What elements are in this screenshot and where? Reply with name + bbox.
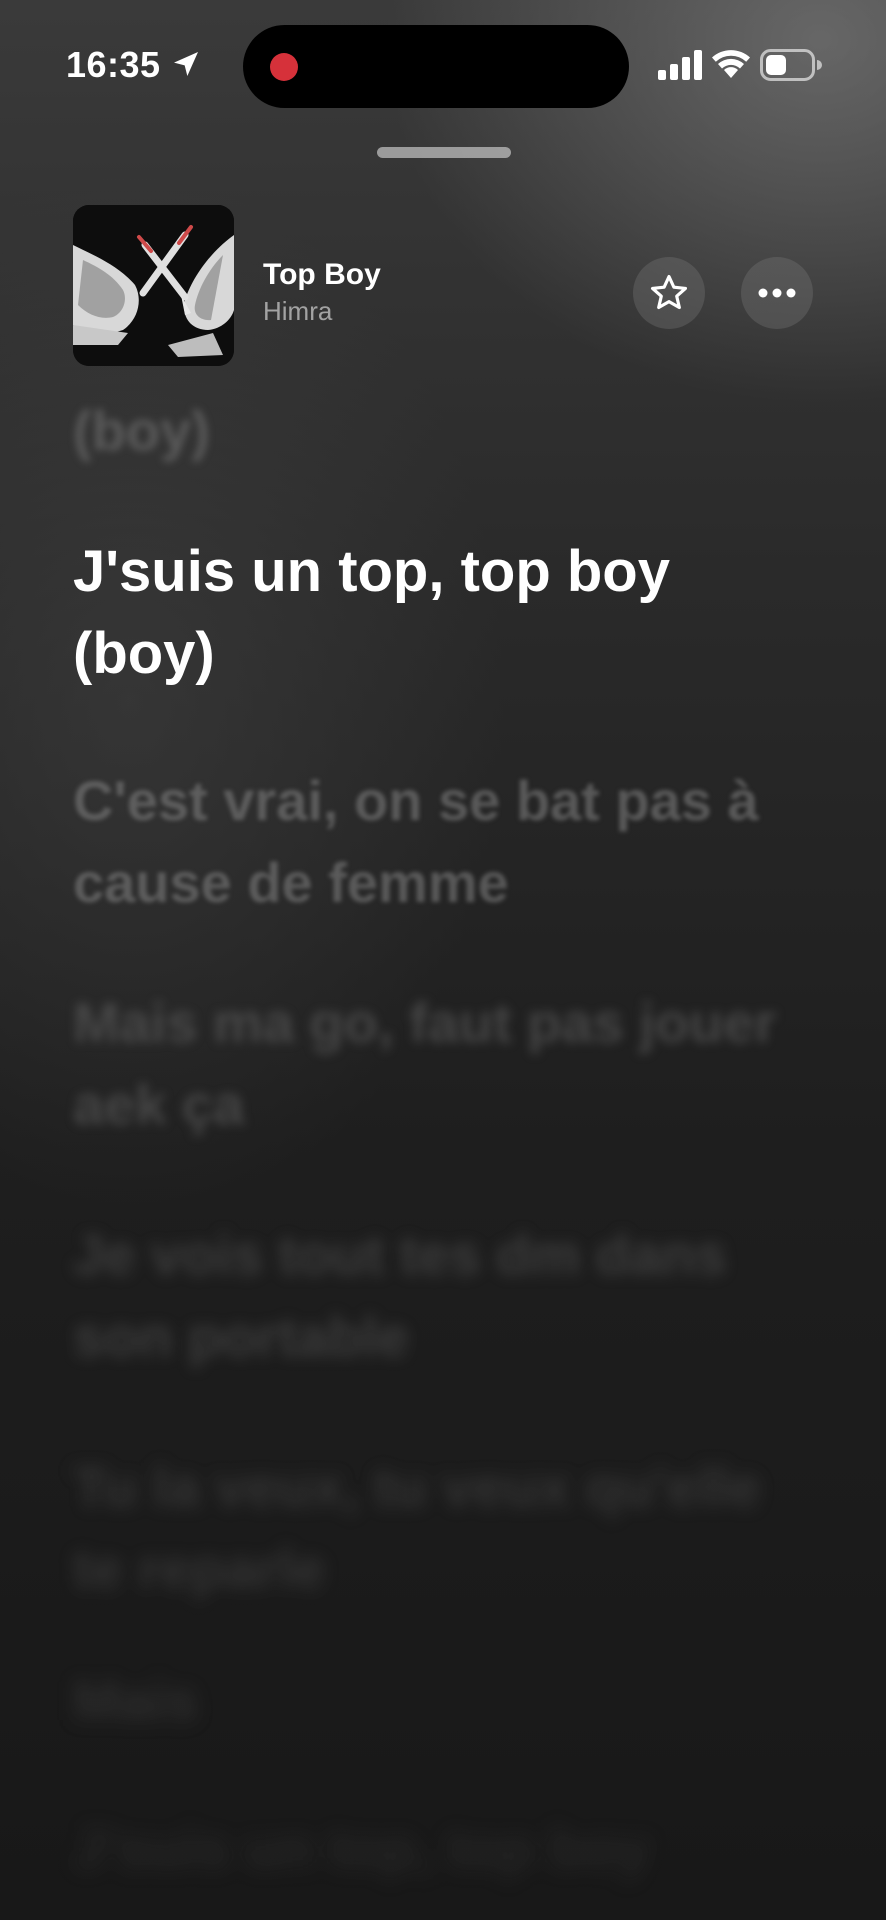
lyric-line[interactable]: Mais ma go, faut pas jouer aek ça [73,982,793,1146]
star-icon [650,274,688,310]
lyric-line[interactable]: Mais [73,1660,793,1742]
album-artwork-image [73,205,234,366]
ellipsis-icon [758,288,796,298]
cellular-signal-icon [658,50,702,80]
more-options-button[interactable] [741,257,813,329]
status-bar: 16:35 [0,0,886,130]
sheet-grabber[interactable] [377,147,511,158]
lyric-line[interactable]: C'est vrai, on se bat pas à cause de fem… [73,760,793,924]
lyric-line[interactable]: J'suis un top, top boy [73,1808,793,1890]
wifi-icon [712,50,750,78]
lyric-line-active[interactable]: J'suis un top, top boy (boy) [73,531,793,695]
album-artwork[interactable] [73,205,234,366]
lyric-line[interactable]: Je vois tout tes dm dans son portable [73,1214,793,1378]
recording-indicator [270,53,298,81]
dynamic-island [243,25,629,108]
favorite-button[interactable] [633,257,705,329]
battery-icon [760,49,822,81]
status-time: 16:35 [66,44,161,85]
location-arrow-icon [174,52,198,76]
lyric-line[interactable]: Tu la veux, tu veux qu'elle te reparle [73,1446,793,1610]
song-artist[interactable]: Himra [263,296,332,327]
song-title[interactable]: Top Boy [263,258,381,292]
lyrics-screen: 16:35 Top Boy Himra (boy) J'suis un top,… [0,0,886,1920]
lyric-line-previous[interactable]: (boy) [73,398,793,464]
